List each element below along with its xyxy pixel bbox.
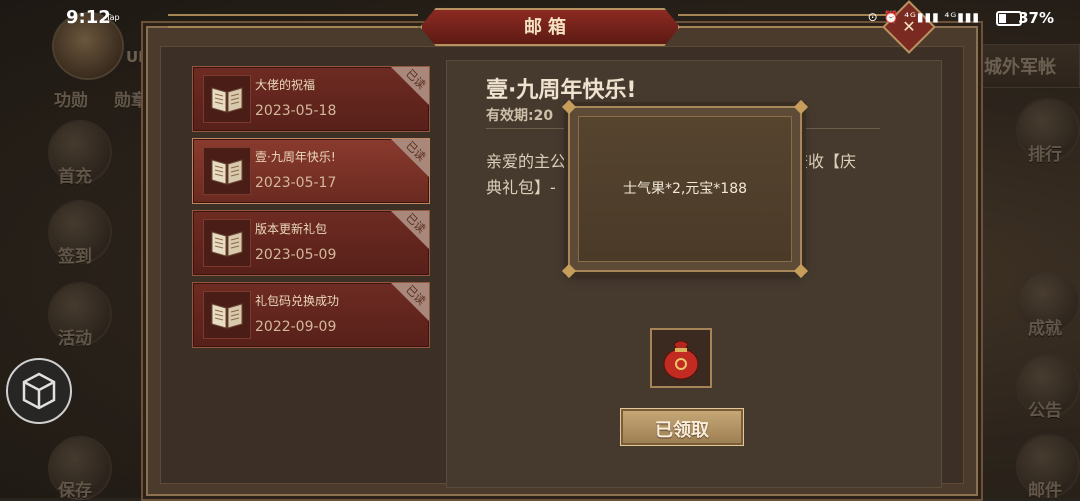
floating-assistant-button[interactable] <box>6 358 72 424</box>
mail-item[interactable]: 版本更新礼包 2023-05-09 已读 <box>192 210 430 276</box>
red-pouch-icon <box>663 340 699 380</box>
claimed-button[interactable]: 已领取 <box>620 408 744 446</box>
mail-date: 2023-05-17 <box>255 175 337 191</box>
mail-subject: 礼包码兑换成功 <box>255 294 340 308</box>
tap-indicator: Tap <box>106 13 120 22</box>
mail-date: 2023-05-18 <box>255 103 337 119</box>
mail-detail-title: 壹·九周年快乐! <box>486 78 637 103</box>
mail-item[interactable]: 大佬的祝福 2023-05-18 已读 <box>192 66 430 132</box>
mail-date: 2022-09-09 <box>255 319 337 335</box>
reward-tooltip: 士气果*2,元宝*188 <box>561 99 809 279</box>
mail-subject: 大佬的祝福 <box>255 78 316 92</box>
mail-scroll-icon <box>203 219 251 267</box>
mail-body-line1: 亲爱的主公 <box>486 152 567 171</box>
clock: 9:12 <box>66 7 111 28</box>
mail-validity: 有效期:20 <box>486 108 554 124</box>
cube-icon <box>22 372 56 410</box>
mail-scroll-icon <box>203 147 251 195</box>
mail-subject: 壹·九周年快乐! <box>255 150 336 164</box>
mail-scroll-icon <box>203 75 251 123</box>
mail-item-selected[interactable]: 壹·九周年快乐! 2023-05-17 已读 <box>192 138 430 204</box>
signal-icons: ⊙ ⏰ ⁴ᴳ▮▮▮ ⁴ᴳ▮▮▮ <box>867 10 980 24</box>
claimed-button-label: 已领取 <box>655 420 709 441</box>
status-bar: 9:12 Tap ⊙ ⏰ ⁴ᴳ▮▮▮ ⁴ᴳ▮▮▮ 37% <box>0 0 1080 36</box>
mail-subject: 版本更新礼包 <box>255 222 328 236</box>
mail-scroll-icon <box>203 291 251 339</box>
reward-item[interactable] <box>650 328 712 388</box>
mail-item[interactable]: 礼包码兑换成功 2022-09-09 已读 <box>192 282 430 348</box>
mail-date: 2023-05-09 <box>255 247 337 263</box>
mail-body-line2: 典礼包】- <box>486 178 556 197</box>
reward-tooltip-text: 士气果*2,元宝*188 <box>622 181 748 197</box>
battery-percent: 37% <box>1018 9 1054 27</box>
